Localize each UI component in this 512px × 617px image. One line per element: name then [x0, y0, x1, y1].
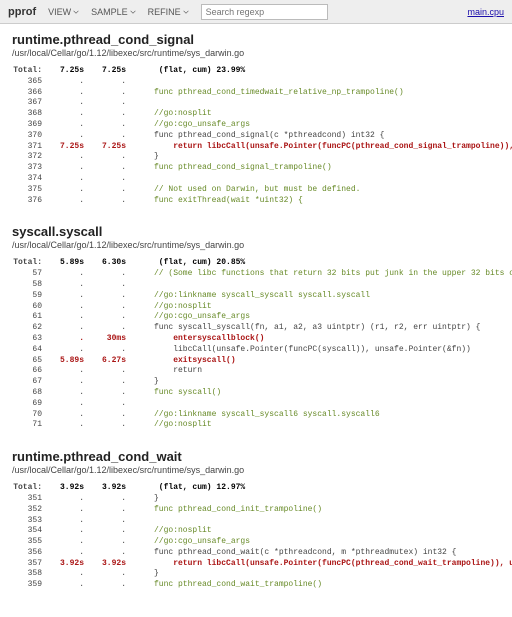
source-line: 373..func pthread_cond_signal_trampoline…	[12, 163, 500, 174]
function-name: runtime.pthread_cond_wait	[12, 449, 500, 464]
source-line: 353..	[12, 516, 500, 527]
source-line: 66.. return	[12, 366, 500, 377]
source-line: 69..	[12, 399, 500, 410]
search-input[interactable]	[201, 4, 328, 20]
totals-row: Total:7.25s7.25s (flat, cum) 23.99%	[12, 66, 500, 77]
menu-view[interactable]: VIEW	[48, 7, 79, 17]
function-name: syscall.syscall	[12, 224, 500, 239]
source-line: 359..func pthread_cond_wait_trampoline()	[12, 580, 500, 591]
source-section: syscall.syscall/usr/local/Cellar/go/1.12…	[12, 224, 500, 431]
chevron-down-icon	[73, 9, 79, 15]
menu-refine[interactable]: REFINE	[148, 7, 189, 17]
source-line: 351..}	[12, 494, 500, 505]
source-line: 367..	[12, 98, 500, 109]
source-line: 64.. libcCall(unsafe.Pointer(funcPC(sysc…	[12, 345, 500, 356]
source-line: 354..//go:nosplit	[12, 526, 500, 537]
source-line: 62..func syscall_syscall(fn, a1, a2, a3 …	[12, 323, 500, 334]
source-path: /usr/local/Cellar/go/1.12/libexec/src/ru…	[12, 48, 500, 58]
source-line: 58..	[12, 280, 500, 291]
source-line: 352..func pthread_cond_init_trampoline()	[12, 505, 500, 516]
source-listing: Total:5.89s6.30s (flat, cum) 20.85%57../…	[12, 258, 500, 431]
topbar: pprof VIEW SAMPLE REFINE main.cpu	[0, 0, 512, 24]
source-line: 68..func syscall()	[12, 388, 500, 399]
source-line: 372..}	[12, 152, 500, 163]
source-line: 3717.25s7.25s return libcCall(unsafe.Poi…	[12, 142, 500, 153]
source-line: 59..//go:linkname syscall_syscall syscal…	[12, 291, 500, 302]
source-line: 655.89s6.27s exitsyscall()	[12, 356, 500, 367]
source-line: 355..//go:cgo_unsafe_args	[12, 537, 500, 548]
source-line: 3573.92s3.92s return libcCall(unsafe.Poi…	[12, 559, 500, 570]
menu-sample[interactable]: SAMPLE	[91, 7, 136, 17]
source-line: 63.30ms entersyscallblock()	[12, 334, 500, 345]
source-line: 57..// (Some libc functions that return …	[12, 269, 500, 280]
source-section: runtime.pthread_cond_wait/usr/local/Cell…	[12, 449, 500, 591]
source-path: /usr/local/Cellar/go/1.12/libexec/src/ru…	[12, 240, 500, 250]
function-name: runtime.pthread_cond_signal	[12, 32, 500, 47]
source-line: 376..func exitThread(wait *uint32) {	[12, 196, 500, 207]
source-line: 369..//go:cgo_unsafe_args	[12, 120, 500, 131]
source-line: 374..	[12, 174, 500, 185]
source-line: 370..func pthread_cond_signal(c *pthread…	[12, 131, 500, 142]
totals-row: Total:5.89s6.30s (flat, cum) 20.85%	[12, 258, 500, 269]
source-line: 61..//go:cgo_unsafe_args	[12, 312, 500, 323]
source-line: 60..//go:nosplit	[12, 302, 500, 313]
source-line: 356..func pthread_cond_wait(c *pthreadco…	[12, 548, 500, 559]
source-line: 358..}	[12, 569, 500, 580]
source-path: /usr/local/Cellar/go/1.12/libexec/src/ru…	[12, 465, 500, 475]
totals-row: Total:3.92s3.92s (flat, cum) 12.97%	[12, 483, 500, 494]
source-listing: Total:7.25s7.25s (flat, cum) 23.99%365..…	[12, 66, 500, 206]
chevron-down-icon	[183, 9, 189, 15]
profile-link[interactable]: main.cpu	[467, 7, 504, 17]
source-line: 375..// Not used on Darwin, but must be …	[12, 185, 500, 196]
chevron-down-icon	[130, 9, 136, 15]
source-line: 70..//go:linkname syscall_syscall6 sysca…	[12, 410, 500, 421]
source-line: 71..//go:nosplit	[12, 420, 500, 431]
source-line: 365..	[12, 77, 500, 88]
source-line: 67..}	[12, 377, 500, 388]
source-line: 366..func pthread_cond_timedwait_relativ…	[12, 88, 500, 99]
source-section: runtime.pthread_cond_signal/usr/local/Ce…	[12, 32, 500, 206]
source-listing: Total:3.92s3.92s (flat, cum) 12.97%351..…	[12, 483, 500, 591]
source-line: 368..//go:nosplit	[12, 109, 500, 120]
brand: pprof	[8, 6, 36, 18]
content: runtime.pthread_cond_signal/usr/local/Ce…	[0, 24, 512, 617]
